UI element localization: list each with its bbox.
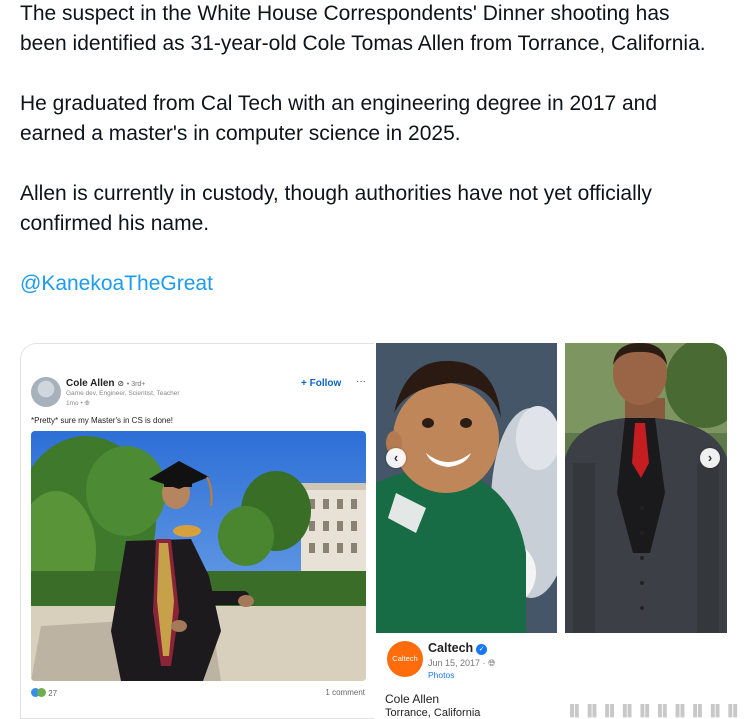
author-headline: Game dev, Engineer, Scientist, Teacher: [66, 390, 180, 397]
globe-icon: 🌐︎: [488, 658, 496, 668]
comments-count[interactable]: 1 comment: [325, 688, 365, 697]
mention-link[interactable]: @KanekoaTheGreat: [20, 272, 213, 295]
caltech-logo: Caltech: [387, 641, 423, 677]
adult-portrait-art: [565, 343, 727, 633]
post-caption: *Pretty* sure my Master's in CS is done!: [31, 416, 174, 425]
tweet-text: The suspect in the White House Correspon…: [20, 0, 720, 329]
post-time: 1mo • 🌐︎: [66, 400, 90, 407]
carousel-prev-button[interactable]: ‹: [386, 448, 406, 468]
more-options-icon[interactable]: ···: [356, 376, 366, 387]
page-name[interactable]: Caltech ✓: [428, 641, 488, 655]
watermark-artifact: ▐▌▐▌▐▌▐▌▐▌▐▌▐▌▐▌▐▌▐▌: [566, 705, 742, 717]
tagged-location: Torrance, California: [385, 707, 481, 719]
reactions-count[interactable]: 27: [31, 688, 57, 698]
child-photo[interactable]: ‹: [376, 343, 557, 633]
linkedin-post-image[interactable]: Cole Allen ⊘ • 3rd+ Game dev, Engineer, …: [20, 343, 374, 719]
verified-badge-icon: ✓: [476, 644, 488, 655]
tweet-paragraph: The suspect in the White House Correspon…: [20, 2, 706, 55]
tweet-paragraph: He graduated from Cal Tech with an engin…: [20, 92, 658, 145]
author-name: Cole Allen ⊘ • 3rd+: [66, 378, 146, 389]
tweet-paragraph: Allen is currently in custody, though au…: [20, 182, 652, 235]
verified-icon: ⊘: [117, 379, 125, 388]
caltech-post-card[interactable]: Caltech Caltech ✓ Jun 15, 2017 · 🌐︎ Photo…: [376, 633, 557, 719]
celebrate-reaction-icon: [37, 688, 46, 697]
connection-degree: • 3rd+: [126, 381, 146, 388]
graduation-photo[interactable]: [31, 431, 366, 681]
adult-portrait-photo[interactable]: ›: [565, 343, 727, 633]
follow-button[interactable]: + Follow: [301, 378, 341, 389]
globe-icon: 🌐︎: [84, 400, 90, 407]
child-photo-art: [376, 343, 557, 633]
post-date: Jun 15, 2017 · 🌐︎: [428, 658, 496, 668]
graduation-photo-art: [31, 431, 366, 681]
tagged-person-name: Cole Allen: [385, 692, 440, 706]
avatar: [31, 377, 61, 407]
photos-link[interactable]: Photos: [428, 670, 454, 680]
media-grid[interactable]: Cole Allen ⊘ • 3rd+ Game dev, Engineer, …: [20, 343, 727, 719]
carousel-next-button[interactable]: ›: [700, 448, 720, 468]
